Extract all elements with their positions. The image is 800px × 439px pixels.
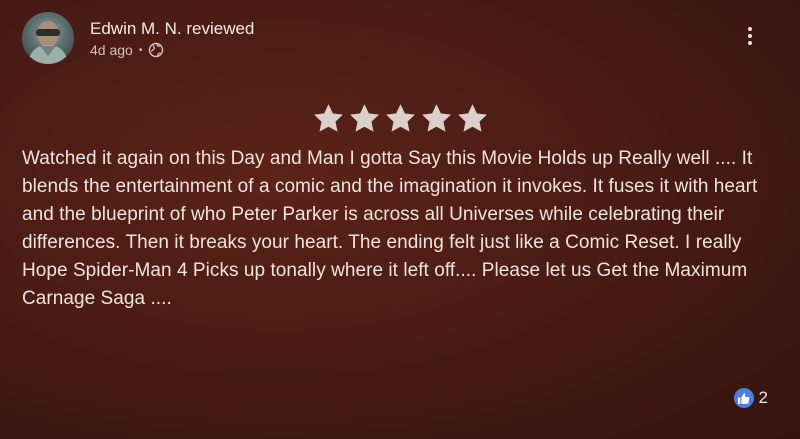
more-vert-icon [748,27,752,31]
review-card: Edwin M. N. reviewed 4d ago • Watched it… [0,0,800,439]
avatar[interactable] [22,12,74,64]
separator-dot: • [138,44,143,56]
star-rating [0,103,800,134]
globe-icon [149,42,164,58]
more-options-button[interactable] [738,24,762,48]
reviewer-meta: Edwin M. N. reviewed 4d ago • [90,18,254,58]
reviewer-name[interactable]: Edwin M. N. reviewed [90,18,254,40]
review-text: Watched it again on this Day and Man I g… [22,148,758,309]
star-icon [349,104,379,132]
review-age: 4d ago [90,42,133,58]
more-vert-icon-dot [748,34,752,38]
thumbs-up-icon[interactable] [733,388,754,408]
star-icon [421,104,451,132]
more-vert-icon-dot [748,41,752,45]
avatar-image [28,21,68,64]
star-icon [457,104,487,132]
star-icon [313,104,343,132]
star-icon [385,104,415,132]
like-count: 2 [758,388,768,407]
like-reaction[interactable]: 2 [733,388,768,408]
review-header: Edwin M. N. reviewed 4d ago • [22,12,254,64]
review-subline: 4d ago • [90,42,254,58]
